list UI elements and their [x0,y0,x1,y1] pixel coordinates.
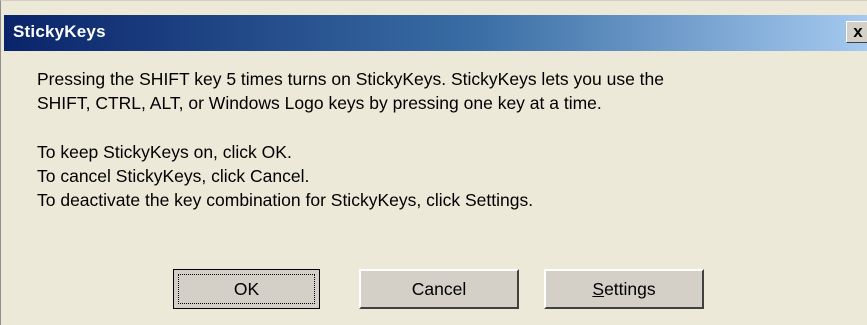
message-line: SHIFT, CTRL, ALT, or Windows Logo keys b… [37,93,602,113]
cancel-button[interactable]: Cancel [359,269,519,309]
ok-button[interactable]: OK [173,269,320,309]
settings-accelerator-key: S [592,279,605,299]
message-line: To cancel StickyKeys, click Cancel. [37,166,310,186]
dialog-message: Pressing the SHIFT key 5 times turns on … [37,67,837,212]
close-button[interactable]: x [846,21,867,43]
message-line: To deactivate the key combination for St… [37,190,534,210]
title-bar[interactable]: StickyKeys x [4,15,867,51]
stickykeys-dialog: StickyKeys x Pressing the SHIFT key 5 ti… [0,0,867,325]
settings-button[interactable]: Settings [544,269,704,309]
message-line: To keep StickyKeys on, click OK. [37,142,292,162]
cancel-button-label: Cancel [411,279,467,299]
close-icon: x [853,22,863,41]
window-title: StickyKeys [13,22,106,41]
ok-button-label: OK [178,274,315,304]
settings-button-label: ettings [604,279,656,299]
message-line: Pressing the SHIFT key 5 times turns on … [37,69,665,89]
